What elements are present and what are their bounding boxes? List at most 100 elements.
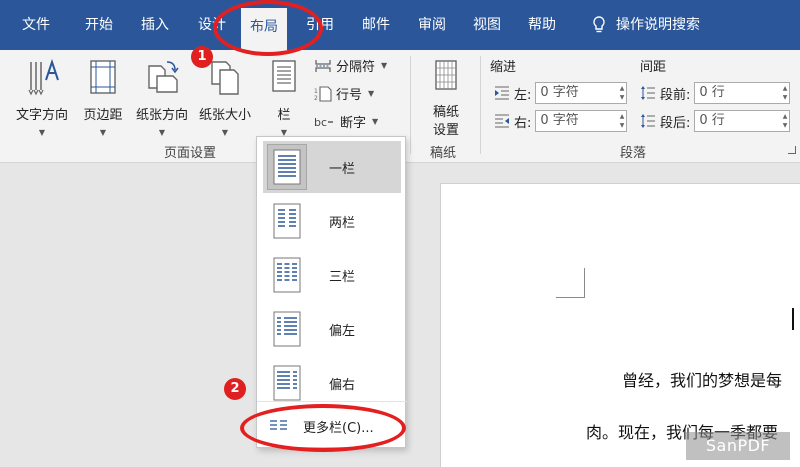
columns-option-two[interactable]: 两栏 <box>263 195 401 247</box>
spacing-before-input[interactable]: 0 行 ▲ ▼ <box>694 82 791 104</box>
right-column-icon <box>267 360 307 406</box>
spacing-before-row: 段前: 0 行 ▲ ▼ <box>640 82 791 104</box>
spacing-before-label: 段前: <box>660 87 691 103</box>
breaks-label: 分隔符 <box>336 60 376 75</box>
manuscript-settings-label: 稿纸设置 <box>432 105 459 138</box>
spacing-before-icon <box>641 86 655 100</box>
group-divider <box>480 56 481 154</box>
indent-left-row: 左: 0 字符 ▲ ▼ <box>494 82 628 104</box>
tell-me-label: 操作说明搜索 <box>616 17 700 33</box>
ribbon-tab-bar: 文件 开始 插入 设计 布局 引用 邮件 审阅 视图 帮助 操作说明搜索 <box>0 0 800 50</box>
spacing-after-label: 段后: <box>660 115 691 131</box>
chevron-down-icon: ▼ <box>381 61 388 70</box>
tab-home[interactable]: 开始 <box>85 14 113 36</box>
menu-divider <box>257 401 407 402</box>
indent-left-input[interactable]: 0 字符 ▲ ▼ <box>535 82 628 104</box>
one-column-icon <box>267 144 307 190</box>
chevron-down-icon: ▼ <box>158 128 166 137</box>
indent-right-icon <box>495 114 509 128</box>
margins-button[interactable]: 页边距 ▼ <box>76 58 130 137</box>
svg-text:2: 2 <box>314 95 318 102</box>
text-direction-button[interactable]: 文字方向 ▼ <box>10 58 74 137</box>
line-numbers-button[interactable]: 1 2 行号 ▼ <box>314 84 374 103</box>
indent-right-label: 右: <box>514 115 532 131</box>
columns-option-one-label: 一栏 <box>329 161 356 177</box>
line-numbers-icon: 1 2 <box>314 85 332 102</box>
page-corner-mark <box>584 268 585 298</box>
columns-option-two-label: 两栏 <box>329 215 356 231</box>
tab-help[interactable]: 帮助 <box>528 14 556 36</box>
columns-option-left[interactable]: 偏左 <box>263 303 401 355</box>
svg-text:bc: bc <box>314 116 327 129</box>
chevron-down-icon: ▼ <box>372 117 379 126</box>
spacing-after-input[interactable]: 0 行 ▲ ▼ <box>694 110 791 132</box>
columns-option-left-label: 偏左 <box>329 323 356 339</box>
indent-right-input[interactable]: 0 字符 ▲ ▼ <box>535 110 628 132</box>
columns-label: 栏 <box>277 108 291 123</box>
indent-left-label: 左: <box>514 87 532 103</box>
dialog-launcher-icon[interactable] <box>788 146 796 154</box>
manuscript-paper-icon <box>435 60 457 90</box>
chevron-down-icon: ▼ <box>368 89 375 98</box>
spinner-arrows-icon[interactable]: ▲ ▼ <box>783 112 788 130</box>
step-badge-2: 2 <box>224 378 246 400</box>
group-divider <box>410 56 411 154</box>
svg-text:1: 1 <box>314 88 318 95</box>
hyphenation-button[interactable]: bc 断字 ▼ <box>314 112 379 132</box>
page-corner-mark <box>556 297 585 298</box>
columns-option-right-label: 偏右 <box>329 377 356 393</box>
margins-icon <box>90 60 116 94</box>
indent-right-row: 右: 0 字符 ▲ ▼ <box>494 110 628 132</box>
columns-option-one[interactable]: 一栏 <box>263 141 401 193</box>
spacing-after-icon <box>641 114 655 128</box>
indent-title: 缩进 <box>490 60 517 75</box>
two-columns-icon <box>267 198 307 244</box>
margins-label: 页边距 <box>83 108 123 123</box>
text-cursor <box>792 308 794 330</box>
paragraph-group-label: 段落 <box>620 146 647 161</box>
three-columns-icon <box>267 252 307 298</box>
tab-insert[interactable]: 插入 <box>141 14 169 36</box>
spinner-arrows-icon[interactable]: ▲ ▼ <box>783 84 788 102</box>
chevron-down-icon: ▼ <box>99 128 107 137</box>
text-direction-label: 文字方向 <box>15 108 68 123</box>
columns-icon <box>272 60 296 92</box>
chevron-down-icon: ▼ <box>38 128 46 137</box>
columns-option-three[interactable]: 三栏 <box>263 249 401 301</box>
page-setup-group-label: 页面设置 <box>164 146 217 161</box>
orientation-icon <box>148 61 179 93</box>
orientation-button[interactable]: 纸张方向 ▼ <box>132 58 192 137</box>
size-button[interactable]: 纸张大小 ▼ <box>194 58 256 137</box>
breaks-icon <box>315 59 331 72</box>
left-column-icon <box>267 306 307 352</box>
spacing-title: 间距 <box>640 60 667 75</box>
breaks-button[interactable]: 分隔符 ▼ <box>314 56 387 75</box>
orientation-label: 纸张方向 <box>135 108 188 123</box>
line-numbers-label: 行号 <box>336 88 363 103</box>
spinner-arrows-icon[interactable]: ▲ ▼ <box>620 84 625 102</box>
manuscript-settings-button[interactable]: 稿纸设置 <box>420 58 472 140</box>
paper-size-icon <box>211 61 239 95</box>
tab-review[interactable]: 审阅 <box>418 14 446 36</box>
spinner-arrows-icon[interactable]: ▲ ▼ <box>620 112 625 130</box>
size-label: 纸张大小 <box>198 108 251 123</box>
hyphenation-label: 断字 <box>340 116 367 131</box>
watermark: SanPDF <box>686 432 790 460</box>
highlight-oval-layout-tab <box>213 0 323 56</box>
text-direction-icon <box>28 58 59 96</box>
columns-dropdown-menu: 一栏 两栏 三栏 偏左 偏右 更多栏(C)... <box>256 136 407 448</box>
tab-file[interactable]: 文件 <box>22 14 50 36</box>
manuscript-group-label: 稿纸 <box>430 146 457 161</box>
step-badge-1: 1 <box>191 46 213 68</box>
highlight-oval-more-columns <box>240 404 406 452</box>
tab-mailings[interactable]: 邮件 <box>362 14 390 36</box>
chevron-down-icon: ▼ <box>221 128 229 137</box>
lightbulb-icon <box>593 16 605 33</box>
tell-me-search[interactable]: 操作说明搜索 <box>592 14 700 36</box>
document-text-line-1: 曾经，我们的梦想是每 <box>622 371 783 390</box>
tab-view[interactable]: 视图 <box>473 14 501 36</box>
columns-option-three-label: 三栏 <box>329 269 356 285</box>
hyphenation-icon: bc <box>314 116 333 129</box>
spacing-after-row: 段后: 0 行 ▲ ▼ <box>640 110 791 132</box>
columns-button[interactable]: 栏 ▼ <box>264 58 304 137</box>
